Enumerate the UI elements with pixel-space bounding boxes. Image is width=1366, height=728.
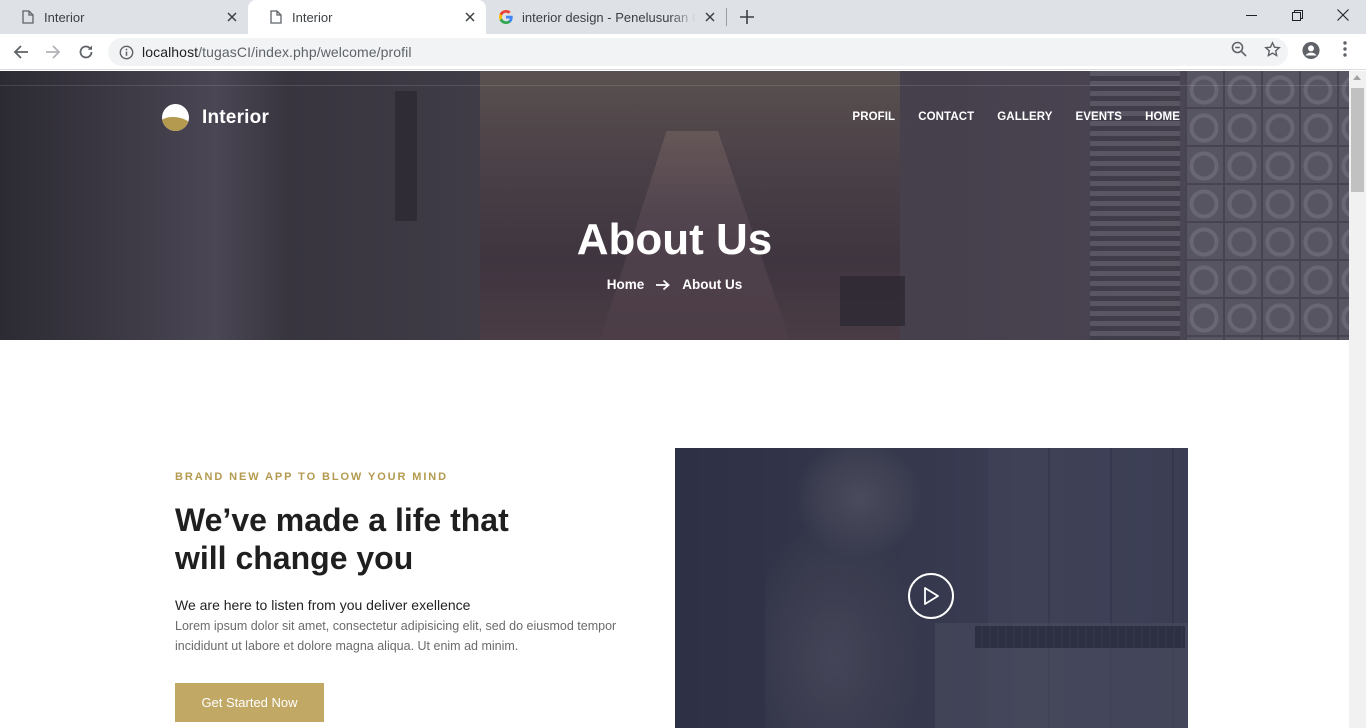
profile-icon[interactable] xyxy=(1302,41,1320,59)
arrow-left-icon xyxy=(13,45,28,59)
breadcrumb-home[interactable]: Home xyxy=(607,277,645,292)
breadcrumb: Home About Us xyxy=(0,277,1349,292)
back-button[interactable] xyxy=(10,41,32,63)
browser-tab[interactable]: Interior xyxy=(0,0,246,34)
tab-strip: Interior Interior interior design - Pene… xyxy=(0,0,1366,34)
hero-divider xyxy=(0,85,1349,86)
tab-title: Interior xyxy=(292,9,333,25)
section-eyebrow: BRAND NEW APP TO BLOW YOUR MIND xyxy=(175,471,448,483)
hero-background-door xyxy=(395,91,417,221)
address-bar[interactable]: localhost/tugasCI/index.php/welcome/prof… xyxy=(108,38,1288,66)
page-title: About Us xyxy=(576,215,773,264)
page-icon xyxy=(268,9,284,25)
browser-tab-active[interactable]: Interior xyxy=(248,0,486,34)
main-nav: PROFIL CONTACT GALLERY EVENTS HOME xyxy=(829,111,1180,123)
nav-link-contact[interactable]: CONTACT xyxy=(918,111,974,123)
page-icon xyxy=(20,9,36,25)
breadcrumb-current: About Us xyxy=(682,277,743,292)
new-tab-button[interactable] xyxy=(738,8,756,26)
reload-icon xyxy=(79,45,93,59)
close-tab-icon[interactable] xyxy=(462,9,478,25)
section-body: Lorem ipsum dolor sit amet, consectetur … xyxy=(175,619,617,653)
nav-link-profil[interactable]: PROFIL xyxy=(852,111,895,123)
page-viewport: Interior PROFIL CONTACT GALLERY EVENTS H… xyxy=(0,71,1349,728)
site-brand[interactable]: Interior xyxy=(162,104,269,131)
zoom-icon[interactable] xyxy=(1230,40,1248,58)
play-button[interactable] xyxy=(908,573,954,619)
browser-tab[interactable]: interior design - Penelusuran Google xyxy=(486,0,724,34)
section-headline: We’ve made a life that will change you xyxy=(175,502,509,576)
reload-button[interactable] xyxy=(75,41,97,63)
page-scrollbar[interactable] xyxy=(1349,71,1366,728)
hero-background-lattice xyxy=(1185,71,1349,340)
arrow-right-icon xyxy=(656,279,671,291)
get-started-button[interactable]: Get Started Now xyxy=(175,683,324,722)
arrow-right-icon xyxy=(46,45,61,59)
close-icon xyxy=(1337,9,1349,21)
google-icon xyxy=(498,9,514,25)
menu-kebab-icon[interactable] xyxy=(1336,40,1354,58)
plus-icon xyxy=(740,10,754,24)
hero-banner: Interior PROFIL CONTACT GALLERY EVENTS H… xyxy=(0,71,1349,340)
tab-separator xyxy=(726,8,727,26)
minimize-icon xyxy=(1245,14,1257,16)
tab-title: interior design - Penelusuran Google xyxy=(522,9,696,25)
nav-link-events[interactable]: EVENTS xyxy=(1075,111,1122,123)
forward-button[interactable] xyxy=(42,41,64,63)
brand-name: Interior xyxy=(202,106,270,128)
close-tab-icon[interactable] xyxy=(224,9,240,25)
nav-link-home[interactable]: HOME xyxy=(1145,111,1180,123)
bookmark-star-icon[interactable] xyxy=(1263,40,1281,58)
restore-button[interactable] xyxy=(1274,0,1320,30)
close-tab-icon[interactable] xyxy=(702,9,718,25)
url-host: localhost xyxy=(142,44,199,60)
url-path: /tugasCI/index.php/welcome/profil xyxy=(198,44,412,60)
minimize-button[interactable] xyxy=(1228,0,1274,30)
url-text: localhost/tugasCI/index.php/welcome/prof… xyxy=(142,44,412,60)
section-lead: We are here to listen from you deliver e… xyxy=(175,597,471,613)
close-window-button[interactable] xyxy=(1320,0,1366,30)
logo-icon xyxy=(162,104,189,131)
nav-link-gallery[interactable]: GALLERY xyxy=(997,111,1052,123)
play-icon xyxy=(924,587,939,605)
scrollbar-thumb[interactable] xyxy=(1351,88,1364,192)
tab-title: Interior xyxy=(44,9,85,25)
browser-toolbar: localhost/tugasCI/index.php/welcome/prof… xyxy=(0,34,1366,70)
restore-icon xyxy=(1291,9,1303,21)
scroll-up-icon[interactable] xyxy=(1353,75,1361,80)
video-thumbnail[interactable] xyxy=(675,448,1188,728)
info-icon[interactable] xyxy=(118,44,134,60)
